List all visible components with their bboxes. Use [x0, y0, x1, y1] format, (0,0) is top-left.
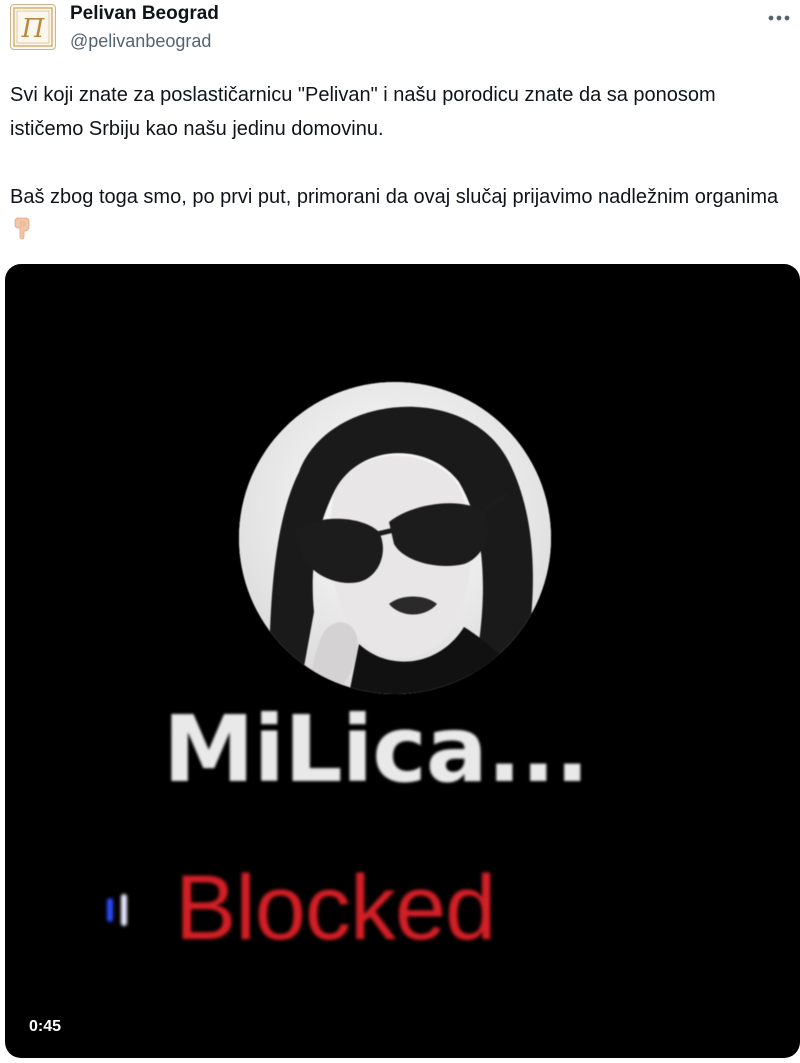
blocked-status-label: Blocked	[175, 857, 496, 959]
audio-indicator-icon	[107, 894, 127, 926]
author-display-name[interactable]: Pelivan Beograd	[70, 3, 219, 25]
svg-text:П: П	[21, 14, 46, 44]
author-avatar[interactable]: П	[10, 4, 56, 50]
pelivan-logo-icon: П	[13, 7, 53, 47]
caller-name: MiLica...	[163, 696, 590, 803]
tweet: П Pelivan Beograd @pelivanbeograd Svi ko…	[0, 0, 800, 1063]
more-options-button[interactable]	[766, 8, 792, 28]
author-handle[interactable]: @pelivanbeograd	[70, 31, 211, 52]
tweet-paragraph-2-text: Baš zbog toga smo, po prvi put, primoran…	[10, 186, 779, 208]
video-player[interactable]: MiLica... Blocked 0:45	[5, 264, 800, 1058]
more-horizontal-icon	[768, 15, 790, 21]
tweet-paragraph-1: Svi koji znate za poslastičarnicu "Peliv…	[10, 84, 716, 140]
pointing-down-hand-icon	[11, 216, 33, 251]
tweet-text: Svi koji znate za poslastičarnicu "Peliv…	[10, 78, 790, 251]
tweet-paragraph-2: Baš zbog toga smo, po prvi put, primoran…	[10, 180, 790, 251]
video-duration-badge: 0:45	[23, 1016, 68, 1038]
caller-profile-photo	[239, 382, 551, 694]
